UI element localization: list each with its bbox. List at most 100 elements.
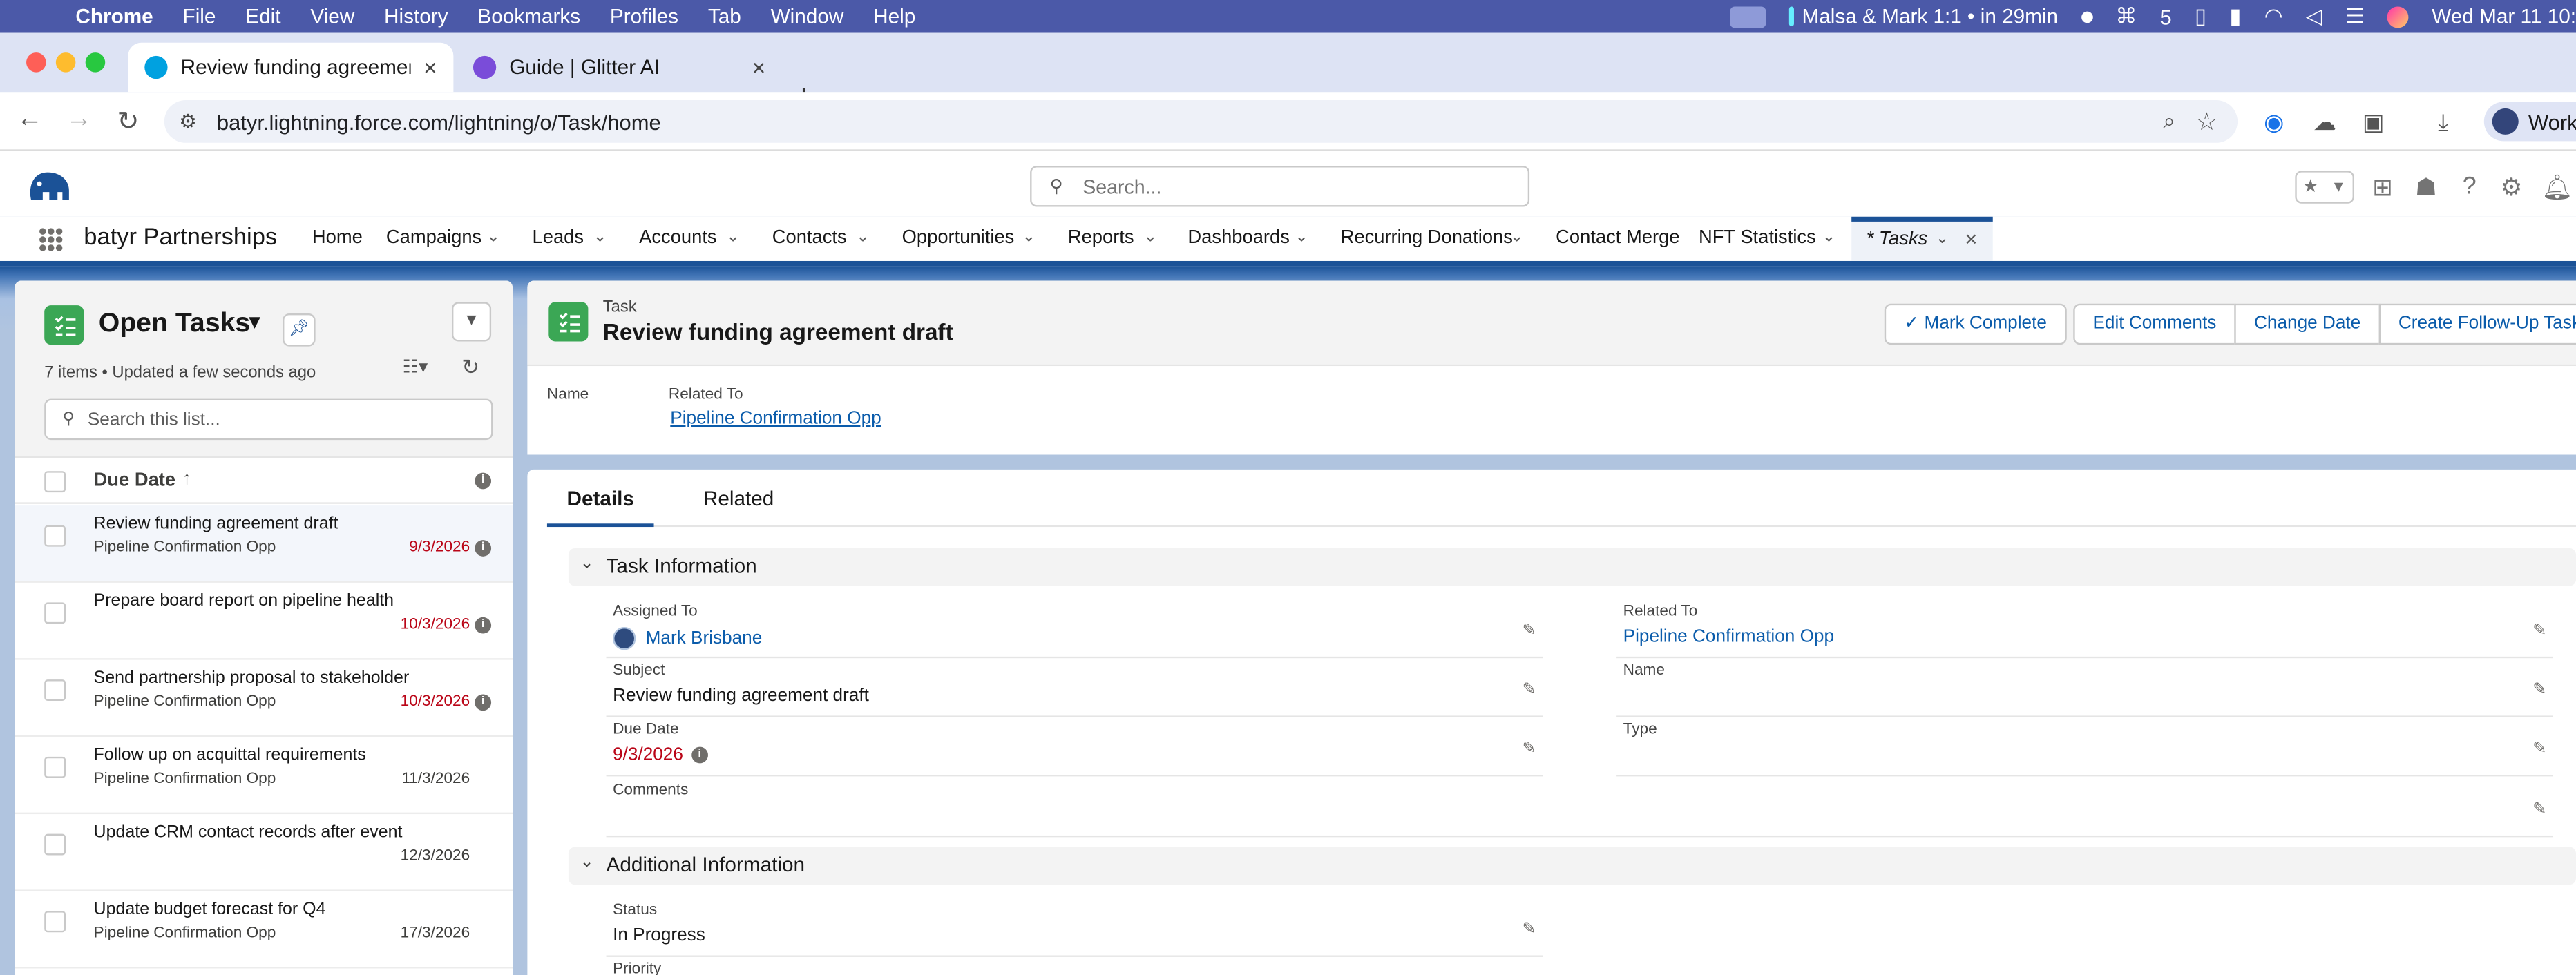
nav-item-nft-statistics[interactable]: NFT Statistics xyxy=(1699,228,1816,248)
chevron-down-icon[interactable]: ⌄ xyxy=(1936,230,1949,248)
list-item-subject[interactable]: Prepare board report on pipeline health xyxy=(94,591,394,611)
batyr-logo-icon[interactable] xyxy=(26,167,73,203)
nav-item-opportunities[interactable]: Opportunities xyxy=(902,228,1015,248)
list-item-subject[interactable]: Follow up on acquittal requirements xyxy=(94,745,366,765)
nav-item-contacts[interactable]: Contacts xyxy=(772,228,847,248)
tab-related[interactable]: Related xyxy=(703,487,774,510)
notification-count[interactable]: 5 xyxy=(2160,4,2172,29)
menu-file[interactable]: File xyxy=(183,5,216,28)
app-launcher-icon[interactable] xyxy=(39,228,63,251)
nav-item-accounts[interactable]: Accounts xyxy=(639,228,717,248)
list-item-subject[interactable]: Update budget forecast for Q4 xyxy=(94,900,326,920)
url-text[interactable]: batyr.lightning.force.com/lightning/o/Ta… xyxy=(217,109,661,134)
refresh-icon[interactable]: ↻ xyxy=(461,354,479,380)
edit-pencil-icon[interactable]: ✎ xyxy=(2532,740,2546,758)
extensions-icon[interactable]: ▣ xyxy=(2363,108,2384,136)
chevron-down-icon[interactable]: ⌄ xyxy=(580,554,594,572)
global-create-icon[interactable]: ⊞ xyxy=(2372,173,2393,202)
chevron-down-icon[interactable]: ⌄ xyxy=(1022,228,1036,246)
profile-button[interactable]: Work xyxy=(2483,102,2576,142)
assigned-to-link[interactable]: Mark Brisbane xyxy=(646,628,763,648)
list-search-input[interactable]: ⚲ Search this list... xyxy=(44,398,493,441)
chevron-down-icon[interactable]: ⌄ xyxy=(726,228,740,246)
nav-item-recurring-donations[interactable]: Recurring Donations xyxy=(1341,228,1513,248)
menu-window[interactable]: Window xyxy=(771,5,844,28)
forward-icon[interactable]: → xyxy=(62,105,95,135)
list-item-subject[interactable]: Update CRM contact records after event xyxy=(94,822,403,842)
list-item[interactable]: Send partnership proposal to stakeholder… xyxy=(15,660,513,737)
list-item[interactable]: Prepare board report on pipeline health … xyxy=(15,583,513,660)
list-item[interactable]: Review funding agreement draft Pipeline … xyxy=(15,505,513,583)
notifications-bell-icon[interactable]: 🔔︎ xyxy=(2541,173,2573,202)
pin-icon[interactable]: 📌︎ xyxy=(283,313,316,347)
column-due-date[interactable]: Due Date xyxy=(94,471,176,491)
edit-pencil-icon[interactable]: ✎ xyxy=(1523,681,1536,699)
edit-pencil-icon[interactable]: ✎ xyxy=(2532,801,2546,819)
menu-edit[interactable]: Edit xyxy=(245,5,280,28)
chevron-down-icon[interactable]: ⌄ xyxy=(486,228,500,246)
password-manager-icon[interactable]: ◉ xyxy=(2264,108,2284,136)
zoom-window-button[interactable] xyxy=(85,52,106,73)
edit-comments-button[interactable]: Edit Comments xyxy=(2072,303,2236,345)
row-checkbox[interactable] xyxy=(44,525,66,547)
list-view-title[interactable]: Open Tasks xyxy=(99,309,251,340)
nav-tab-tasks[interactable]: * Tasks ⌄ × xyxy=(1851,216,1993,261)
menu-view[interactable]: View xyxy=(310,5,354,28)
section-additional-information[interactable]: ⌄ Additional Information xyxy=(568,847,2576,885)
chevron-down-icon[interactable]: ⌄ xyxy=(1295,228,1308,246)
browser-tab-glitter[interactable]: Guide | Glitter AI × xyxy=(457,43,782,92)
nav-item-dashboards[interactable]: Dashboards xyxy=(1187,228,1289,248)
wifi-icon[interactable]: ◠ xyxy=(2264,3,2283,30)
edit-pencil-icon[interactable]: ✎ xyxy=(1523,740,1536,758)
row-checkbox[interactable] xyxy=(44,679,66,702)
nav-item-reports[interactable]: Reports xyxy=(1068,228,1134,248)
edit-pencil-icon[interactable]: ✎ xyxy=(2532,622,2546,640)
clipboard-icon[interactable]: ▯ xyxy=(2195,3,2206,30)
list-item[interactable]: Update CRM contact records after event 1… xyxy=(15,814,513,891)
global-search-input[interactable]: ⚲ Search... xyxy=(1030,166,1530,207)
chevron-down-icon[interactable]: ⌄ xyxy=(593,228,607,246)
favorites-star-icon[interactable]: ★ xyxy=(2297,173,2325,202)
back-icon[interactable]: ← xyxy=(13,105,46,135)
edit-pencil-icon[interactable]: ✎ xyxy=(1523,921,1536,939)
list-item-subject[interactable]: Send partnership proposal to stakeholder xyxy=(94,668,410,688)
chevron-down-icon[interactable]: ⌄ xyxy=(1510,228,1524,246)
favorites-dropdown-icon[interactable]: ▾ xyxy=(2325,173,2352,202)
highlight-related-link[interactable]: Pipeline Confirmation Opp xyxy=(670,409,881,429)
favorites-button[interactable]: ★ ▾ xyxy=(2295,171,2354,204)
sort-ascending-icon[interactable]: ↑ xyxy=(182,470,191,490)
list-item[interactable]: Follow up on acquittal requirements Pipe… xyxy=(15,737,513,815)
help-icon[interactable]: ? xyxy=(2463,173,2477,200)
display-as-icon[interactable]: ☷▾ xyxy=(403,356,428,378)
list-item[interactable]: Update budget forecast for Q4 Pipeline C… xyxy=(15,891,513,969)
cloud-icon[interactable]: ☁ xyxy=(2313,108,2336,136)
menu-bookmarks[interactable]: Bookmarks xyxy=(477,5,580,28)
chevron-down-icon[interactable]: ⌄ xyxy=(1143,228,1157,246)
select-all-checkbox[interactable] xyxy=(44,471,66,493)
close-window-button[interactable] xyxy=(26,52,46,73)
menu-help[interactable]: Help xyxy=(873,5,915,28)
bookmark-star-icon[interactable]: ☆ xyxy=(2196,107,2218,136)
edit-pencil-icon[interactable]: ✎ xyxy=(2532,681,2546,699)
menu-history[interactable]: History xyxy=(384,5,448,28)
zoom-icon[interactable]: ⌕ xyxy=(2163,108,2175,135)
row-checkbox[interactable] xyxy=(44,756,66,778)
menubar-clock[interactable]: Wed Mar 11 10: xyxy=(2432,5,2576,28)
row-checkbox[interactable] xyxy=(44,602,66,624)
control-center-icon[interactable]: ☰ xyxy=(2345,3,2365,30)
siri-icon[interactable] xyxy=(2387,6,2409,28)
info-icon[interactable]: i xyxy=(691,746,708,764)
menu-tab[interactable]: Tab xyxy=(708,5,741,28)
field-value[interactable]: Mark Brisbane xyxy=(613,627,762,650)
menu-profiles[interactable]: Profiles xyxy=(610,5,678,28)
change-date-button[interactable]: Change Date xyxy=(2234,303,2381,345)
chevron-down-icon[interactable]: ⌄ xyxy=(580,853,594,871)
row-checkbox[interactable] xyxy=(44,911,66,933)
nav-item-leads[interactable]: Leads xyxy=(533,228,584,248)
address-bar[interactable]: ⚙ batyr.lightning.force.com/lightning/o/… xyxy=(164,100,2238,143)
reload-icon[interactable]: ↻ xyxy=(112,105,145,138)
tab-details[interactable]: Details xyxy=(566,487,634,510)
close-icon[interactable]: × xyxy=(1965,226,1977,251)
row-checkbox[interactable] xyxy=(44,833,66,856)
info-icon[interactable]: i xyxy=(475,694,492,711)
